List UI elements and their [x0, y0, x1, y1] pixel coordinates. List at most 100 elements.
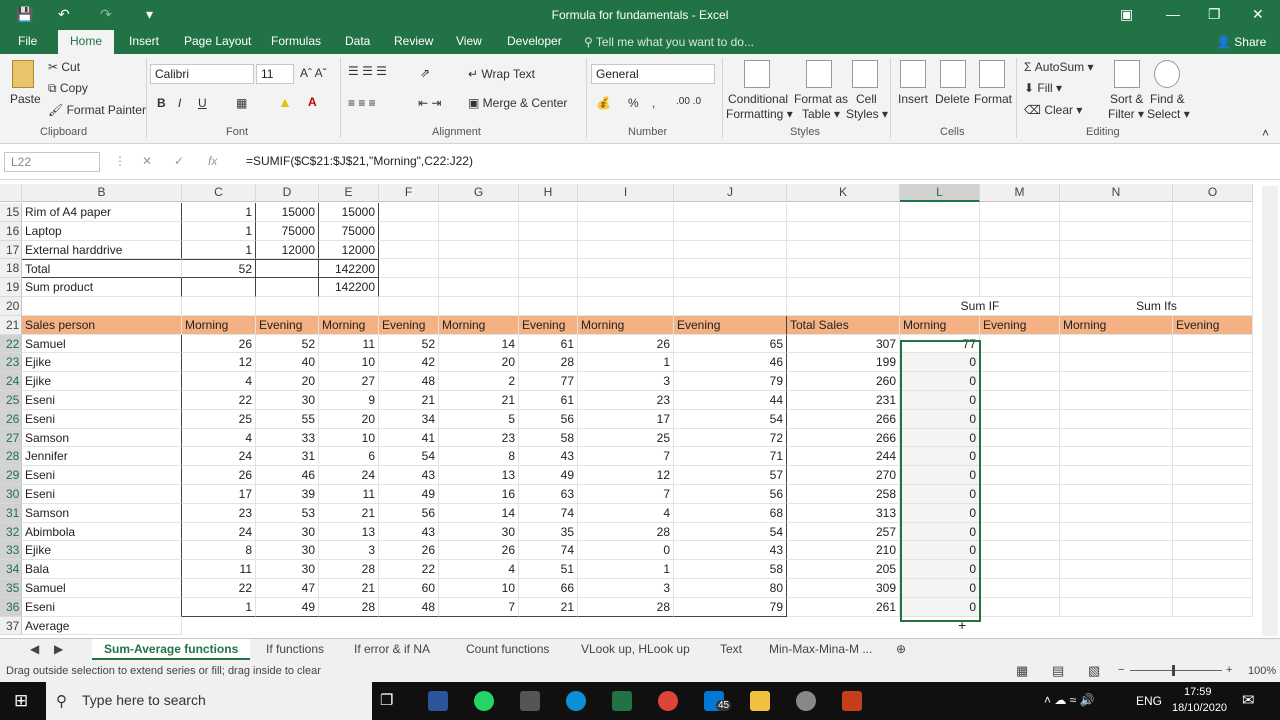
- merge-center-button[interactable]: ▣ Merge & Center: [468, 96, 567, 110]
- grow-font-button[interactable]: Aˆ Aˇ: [300, 66, 327, 80]
- cell-d[interactable]: 47: [256, 579, 319, 598]
- cell-k[interactable]: [787, 221, 900, 241]
- cell-d[interactable]: [256, 278, 319, 297]
- cell-j[interactable]: 79: [674, 597, 787, 617]
- collapse-ribbon-icon[interactable]: ˄: [1262, 126, 1269, 140]
- column-header-o[interactable]: O: [1173, 184, 1253, 202]
- cell-k[interactable]: 266: [787, 428, 900, 448]
- cell-d[interactable]: 30: [256, 391, 319, 410]
- cell-j[interactable]: [674, 203, 787, 222]
- sheet-tab-vlookup[interactable]: VLook up, HLook up: [569, 639, 702, 660]
- zoom-level[interactable]: 100%: [1248, 665, 1276, 677]
- cell-i[interactable]: [578, 203, 674, 222]
- cell-f[interactable]: [379, 278, 439, 297]
- cell-o[interactable]: [1173, 353, 1253, 373]
- cell-b[interactable]: Eseni: [22, 409, 182, 429]
- cell-e[interactable]: 11: [319, 485, 379, 504]
- cell-g[interactable]: 5: [439, 409, 519, 429]
- cell-e[interactable]: 10: [319, 428, 379, 448]
- cell-c[interactable]: 23: [182, 503, 256, 523]
- cell-n[interactable]: [1060, 560, 1173, 579]
- row-header[interactable]: 35: [0, 579, 22, 598]
- minimize-icon[interactable]: —: [1166, 6, 1180, 22]
- cell-f[interactable]: [379, 259, 439, 279]
- cell-b[interactable]: Sales person: [22, 315, 182, 335]
- edge-icon[interactable]: [566, 691, 586, 711]
- cell-i[interactable]: [578, 259, 674, 279]
- cell-k[interactable]: [787, 297, 900, 316]
- cell-l[interactable]: 0: [900, 466, 980, 485]
- cell-k[interactable]: 244: [787, 447, 900, 467]
- cell-b[interactable]: Samson: [22, 503, 182, 523]
- cell-f[interactable]: 54: [379, 447, 439, 467]
- cell-e[interactable]: 27: [319, 372, 379, 391]
- cell-o[interactable]: [1173, 466, 1253, 485]
- cell-d[interactable]: 12000: [256, 240, 319, 260]
- cell-c[interactable]: 1: [182, 221, 256, 241]
- select-all-corner[interactable]: [0, 184, 22, 202]
- cell-i[interactable]: 7: [578, 447, 674, 467]
- cell-k[interactable]: 266: [787, 409, 900, 429]
- bold-button[interactable]: B: [157, 96, 166, 110]
- cell-i[interactable]: Morning: [578, 315, 674, 335]
- cell-j[interactable]: 65: [674, 334, 787, 354]
- cell-g[interactable]: 23: [439, 428, 519, 448]
- cell-f[interactable]: 52: [379, 334, 439, 354]
- cell-m[interactable]: [980, 240, 1060, 260]
- cell-g[interactable]: [439, 221, 519, 241]
- cell-m[interactable]: [980, 372, 1060, 391]
- cell-g[interactable]: 13: [439, 466, 519, 485]
- sheet-tab-count-functions[interactable]: Count functions: [454, 639, 561, 660]
- format-cells-button[interactable]: Format: [974, 92, 1012, 106]
- cell-j[interactable]: 57: [674, 466, 787, 485]
- app-icon[interactable]: [796, 691, 816, 711]
- cell-o[interactable]: [1173, 240, 1253, 260]
- format-painter-button[interactable]: 🖌 Format Painter: [48, 103, 146, 117]
- cell-m[interactable]: [980, 391, 1060, 410]
- cell-e[interactable]: Morning: [319, 315, 379, 335]
- cell-c[interactable]: 4: [182, 372, 256, 391]
- notifications-icon[interactable]: ✉: [1242, 691, 1255, 709]
- cell-k[interactable]: [787, 203, 900, 222]
- column-header-h[interactable]: H: [519, 184, 578, 202]
- cell-l[interactable]: [900, 203, 980, 222]
- add-sheet-icon[interactable]: ⊕: [884, 639, 918, 660]
- cell-i[interactable]: 3: [578, 372, 674, 391]
- cell-j[interactable]: 43: [674, 541, 787, 561]
- cell-g[interactable]: [439, 278, 519, 297]
- zoom-slider[interactable]: [1130, 670, 1222, 671]
- cell-e[interactable]: 11: [319, 334, 379, 354]
- cancel-entry-icon[interactable]: ✕: [142, 154, 152, 168]
- column-header-j[interactable]: J: [674, 184, 787, 202]
- cell-b[interactable]: Bala: [22, 560, 182, 579]
- cell-l[interactable]: 0: [900, 353, 980, 373]
- cell-b[interactable]: Ejike: [22, 541, 182, 561]
- cell-d[interactable]: 31: [256, 447, 319, 467]
- cell-h[interactable]: [519, 278, 578, 297]
- row-header[interactable]: 28: [0, 447, 22, 467]
- cell-h[interactable]: [519, 221, 578, 241]
- cell-b[interactable]: Jennifer: [22, 447, 182, 467]
- row-header[interactable]: 34: [0, 560, 22, 579]
- language-indicator[interactable]: ENG: [1136, 694, 1162, 708]
- cell-i[interactable]: [578, 240, 674, 260]
- cell-n[interactable]: [1060, 278, 1173, 297]
- cell-h[interactable]: [519, 203, 578, 222]
- fill-button[interactable]: ⬇ Fill ▾: [1024, 81, 1062, 95]
- cell-b[interactable]: Ejike: [22, 353, 182, 373]
- cell-e[interactable]: 15000: [319, 203, 379, 222]
- row-header[interactable]: 16: [0, 221, 22, 241]
- find-select-button[interactable]: Find &: [1150, 92, 1185, 106]
- cell-g[interactable]: [439, 240, 519, 260]
- cell-f[interactable]: 56: [379, 503, 439, 523]
- insert-function-icon[interactable]: fx: [208, 154, 217, 168]
- cell-o[interactable]: [1173, 203, 1253, 222]
- cell-b[interactable]: Laptop: [22, 221, 182, 241]
- left-align-icon[interactable]: ≡ ≡ ≡: [348, 96, 376, 110]
- cell-l[interactable]: 0: [900, 579, 980, 598]
- cell-f[interactable]: 43: [379, 466, 439, 485]
- cell-m[interactable]: [980, 560, 1060, 579]
- cell-h[interactable]: 74: [519, 503, 578, 523]
- cell-l[interactable]: 0: [900, 447, 980, 467]
- cell-o[interactable]: [1173, 297, 1253, 316]
